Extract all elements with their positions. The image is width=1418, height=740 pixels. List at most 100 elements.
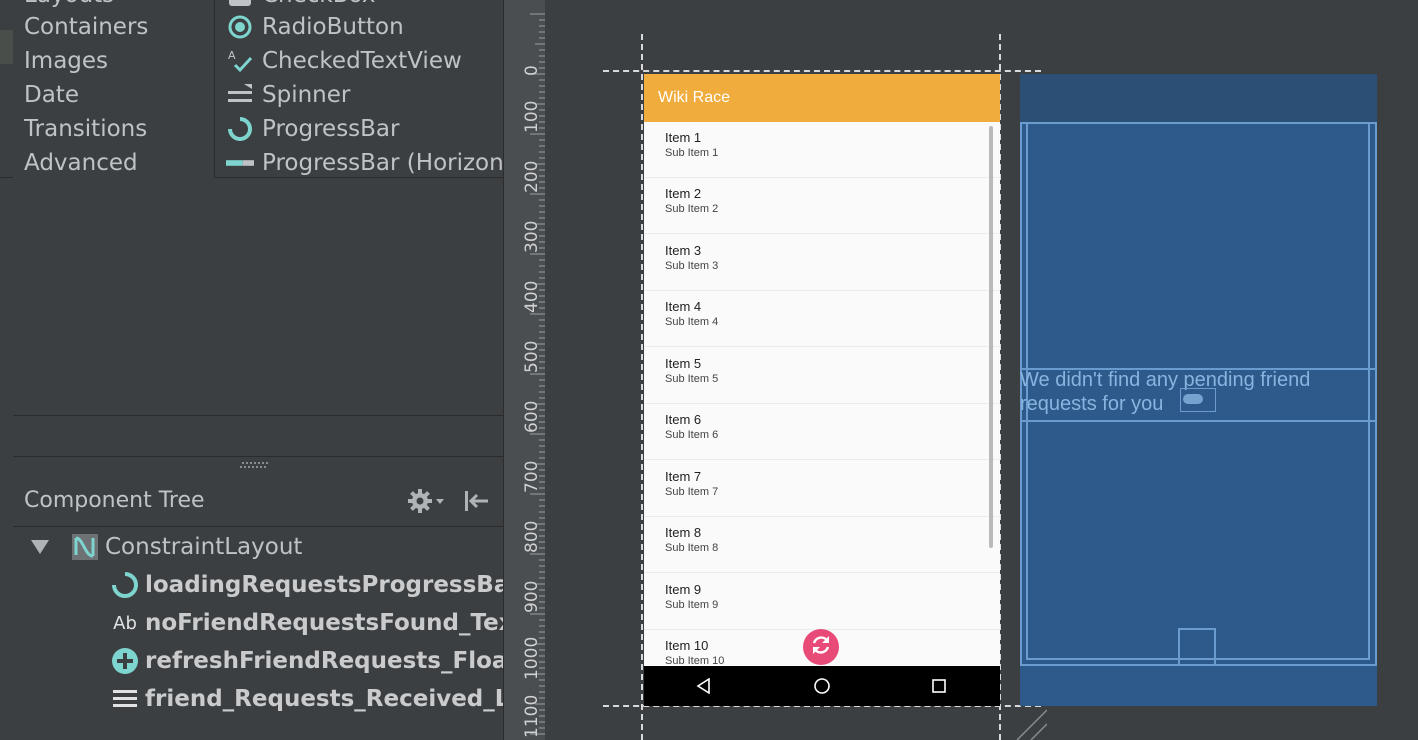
tree-item-friend-requests-list-view[interactable]: friend_Requests_Received_ListView (111, 680, 503, 718)
palette-categories: Layouts Containers Images Date Transitio… (13, 0, 215, 178)
list-item[interactable]: Item 5 Sub Item 5 (644, 348, 1000, 404)
ruler-label-300: 300 (522, 220, 542, 253)
recents-icon[interactable] (929, 676, 949, 696)
list-item-title: Item 2 (665, 186, 702, 201)
list-item[interactable]: Item 8 Sub Item 8 (644, 517, 1000, 573)
component-tree-title: Component Tree (24, 488, 205, 513)
widget-spinner[interactable]: Spinner (226, 78, 350, 112)
refresh-fab-button[interactable] (803, 629, 839, 665)
component-tree-header: Component Tree (13, 474, 503, 527)
tree-item-label: friend_Requests_Received_ListView (145, 686, 503, 712)
text-view-icon: Ab (113, 612, 137, 634)
list-item-subtitle: Sub Item 2 (665, 203, 719, 215)
list-item-subtitle: Sub Item 9 (665, 599, 719, 611)
floating-action-button-icon (111, 647, 139, 675)
vertical-ruler: 0 100 200 300 400 500 600 700 800 900 10… (503, 0, 546, 740)
system-nav-bar (644, 666, 1000, 706)
list-item-title: Item 6 (665, 412, 702, 427)
palette-panel: Layouts Containers Images Date Transitio… (0, 0, 503, 178)
category-date[interactable]: Date (24, 82, 79, 108)
category-containers[interactable]: Containers (24, 14, 148, 40)
tree-item-label: refreshFriendRequests_FloatingActionButt… (145, 648, 503, 674)
blueprint-view[interactable]: We didn't find any pending friend reques… (1020, 74, 1377, 706)
list-item[interactable]: Item 7 Sub Item 7 (644, 461, 1000, 517)
checkbox-icon (226, 0, 254, 9)
category-advanced[interactable]: Advanced (24, 150, 138, 176)
progress-bar-icon (226, 115, 254, 143)
list-item[interactable]: Item 1 Sub Item 1 (644, 122, 1000, 178)
list-item[interactable]: Item 2 Sub Item 2 (644, 178, 1000, 234)
list-item-title: Item 4 (665, 299, 702, 314)
list-item-subtitle: Sub Item 10 (665, 655, 725, 666)
list-item-title: Item 5 (665, 356, 702, 371)
palette-widgets: CheckBox RadioButton A CheckedTextView S… (216, 0, 503, 178)
ruler-label-900: 900 (522, 580, 542, 613)
ruler-label-1100: 1100 (522, 694, 542, 738)
ruler-label-200: 200 (522, 160, 542, 193)
ruler-label-600: 600 (522, 400, 542, 433)
widget-label: ProgressBar (Horizontal) (262, 150, 503, 176)
list-item-subtitle: Sub Item 4 (665, 316, 719, 328)
palette-empty-area (13, 178, 503, 416)
widget-progress-bar-horizontal[interactable]: ProgressBar (Horizontal) (226, 146, 503, 178)
tree-item-no-friend-requests-text-view[interactable]: Ab noFriendRequestsFound_TextView (111, 604, 503, 642)
list-item-subtitle: Sub Item 1 (665, 147, 719, 159)
list-item[interactable]: Item 3 Sub Item 3 (644, 235, 1000, 291)
collapse-panel-icon[interactable] (463, 487, 491, 515)
list-scrollbar[interactable] (989, 126, 993, 548)
blueprint-progress-bar (1180, 388, 1216, 412)
list-item-title: Item 1 (665, 130, 702, 145)
gear-icon[interactable] (407, 487, 447, 515)
category-images[interactable]: Images (24, 48, 108, 74)
widget-label: ProgressBar (262, 116, 400, 142)
list-item-title: Item 9 (665, 582, 702, 597)
list-item-subtitle: Sub Item 8 (665, 542, 719, 554)
progress-bar-icon (111, 571, 139, 599)
list-item-title: Item 10 (665, 638, 709, 653)
design-preview-phone[interactable]: Wiki Race Item 1 Sub Item 1 Item 2 Sub Ite… (644, 74, 1000, 706)
ruler-label-400: 400 (522, 280, 542, 313)
tree-item-loading-progress-bar[interactable]: loadingRequestsProgressBar (111, 566, 503, 604)
home-icon[interactable] (812, 676, 832, 696)
widget-radio-button[interactable]: RadioButton (226, 10, 404, 44)
ruler-label-800: 800 (522, 520, 542, 553)
widget-label: CheckedTextView (262, 48, 462, 74)
list-item-title: Item 7 (665, 469, 702, 484)
list-item[interactable]: Item 9 Sub Item 9 (644, 574, 1000, 630)
tree-item-label: ConstraintLayout (105, 534, 303, 560)
ruler-label-0: 0 (522, 65, 542, 76)
list-item[interactable]: Item 6 Sub Item 6 (644, 404, 1000, 460)
friend-requests-list[interactable]: Item 1 Sub Item 1 Item 2 Sub Item 2 Item 3… (644, 122, 1000, 666)
resize-handle[interactable] (1007, 706, 1048, 740)
list-item-subtitle: Sub Item 7 (665, 486, 719, 498)
category-layouts[interactable]: Layouts (24, 0, 114, 8)
back-icon[interactable] (694, 676, 714, 696)
list-view-icon (111, 685, 139, 713)
list-item-subtitle: Sub Item 3 (665, 260, 719, 272)
design-canvas[interactable]: Wiki Race Item 1 Sub Item 1 Item 2 Sub Ite… (545, 0, 1418, 740)
panel-splitter-handle[interactable] (240, 462, 272, 468)
list-item-subtitle: Sub Item 6 (665, 429, 719, 441)
list-item-subtitle: Sub Item 5 (665, 373, 719, 385)
tree-item-constraint-layout[interactable]: ConstraintLayout (71, 528, 302, 566)
ruler-label-700: 700 (522, 460, 542, 493)
android-studio-layout-editor: Layouts Containers Images Date Transitio… (0, 0, 1418, 740)
svg-text:A: A (228, 49, 236, 62)
ruler-label-1000: 1000 (522, 636, 542, 680)
radio-button-icon (226, 13, 254, 41)
widget-progress-bar[interactable]: ProgressBar (226, 112, 399, 146)
widget-label: CheckBox (262, 0, 376, 8)
list-item[interactable]: Item 4 Sub Item 4 (644, 291, 1000, 347)
checked-text-view-icon: A (226, 47, 254, 75)
palette-footer (13, 417, 503, 457)
tree-item-refresh-fab[interactable]: refreshFriendRequests_FloatingActionButt… (111, 642, 503, 680)
expand-triangle-icon[interactable] (31, 540, 49, 554)
category-transitions[interactable]: Transitions (24, 116, 147, 142)
guide-top (603, 70, 1041, 72)
widget-checked-text-view[interactable]: A CheckedTextView (226, 44, 462, 78)
spinner-icon (226, 81, 254, 109)
blueprint-app-bar (1020, 74, 1377, 122)
list-item-title: Item 3 (665, 243, 702, 258)
tree-item-label: noFriendRequestsFound_TextView (145, 610, 503, 636)
app-bar: Wiki Race (644, 74, 1000, 122)
